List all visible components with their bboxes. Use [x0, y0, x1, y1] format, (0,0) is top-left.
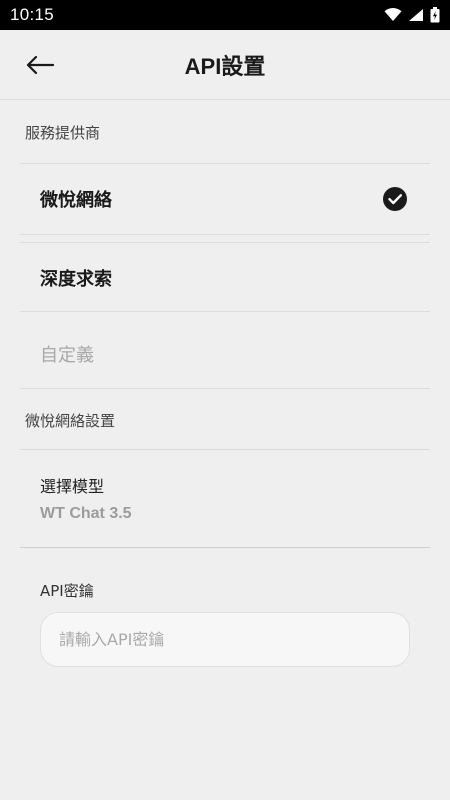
provider-option-weiyue[interactable]: 微悅網絡: [20, 164, 430, 234]
option-label: 自定義: [40, 345, 94, 366]
status-bar: 10:15: [0, 0, 450, 30]
divider: [20, 449, 430, 450]
arrow-left-icon: [26, 55, 55, 75]
divider: [20, 234, 430, 235]
api-key-input[interactable]: [40, 612, 410, 667]
provider-option-custom: 自定義: [20, 319, 430, 389]
status-time: 10:15: [10, 5, 55, 24]
wifi-icon: [384, 8, 402, 21]
app-bar: API設置: [0, 30, 450, 100]
divider: [20, 388, 430, 389]
back-button[interactable]: [20, 47, 60, 83]
divider: [20, 547, 430, 548]
signal-icon: [409, 9, 423, 21]
divider: [20, 311, 430, 312]
page-title: API設置: [184, 54, 266, 79]
option-label: 微悅網絡: [40, 190, 112, 211]
api-key-label: API密鑰: [40, 582, 94, 600]
battery-icon: [430, 7, 440, 23]
model-label: 選擇模型: [40, 477, 105, 496]
provider-option-deepseek[interactable]: 深度求索: [20, 243, 430, 313]
section-header-provider: 服務提供商: [25, 124, 101, 142]
status-icons: [384, 7, 440, 23]
model-value: WT Chat 3.5: [40, 505, 132, 522]
check-circle-icon: [383, 187, 407, 211]
model-selector[interactable]: 選擇模型 WT Chat 3.5: [20, 460, 430, 546]
section-header-settings: 微悅網絡設置: [25, 412, 116, 430]
option-label: 深度求索: [40, 269, 112, 290]
